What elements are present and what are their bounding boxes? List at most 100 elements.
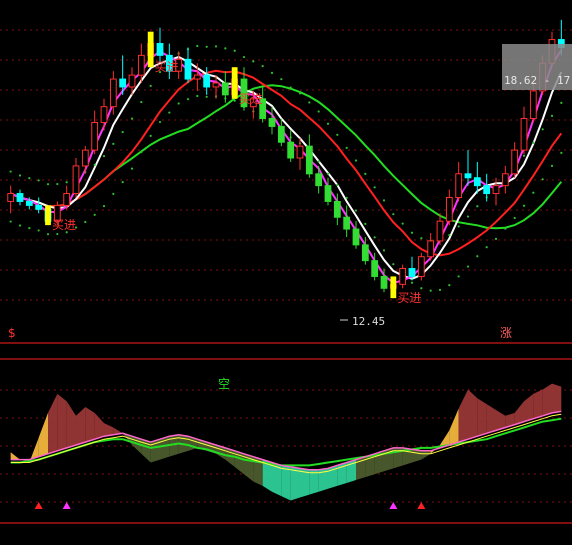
- band-dot-upper: [270, 71, 274, 74]
- price-candles[interactable]: [7, 19, 565, 299]
- indicator-fill-segment: [458, 389, 468, 443]
- band-dot-upper: [252, 60, 255, 63]
- indicator-fill-segment: [10, 452, 20, 460]
- indicator-fill-segment: [468, 389, 478, 440]
- buy-signal-label: 买进: [239, 92, 263, 106]
- svg-text:12.45: 12.45: [352, 315, 385, 328]
- candle-body: [464, 173, 472, 179]
- indicator-fill-segment: [281, 465, 291, 501]
- band-dot-lower: [186, 98, 190, 101]
- left-mark: $: [8, 326, 16, 340]
- band-dot-lower: [532, 191, 535, 194]
- candle-body: [436, 220, 444, 242]
- candle-body: [380, 275, 388, 289]
- indicator-fill-segment: [94, 412, 104, 440]
- band-dot-upper: [224, 47, 227, 50]
- indicator-triangles: [34, 502, 426, 509]
- buy-signal-label: 买进: [52, 218, 76, 232]
- band-dot-lower: [364, 222, 367, 226]
- candle-body: [63, 193, 71, 206]
- band-dot-upper: [121, 130, 124, 134]
- band-dot-upper: [410, 231, 414, 234]
- price-readout: 18.62 - 17.18: [502, 44, 572, 90]
- candle-body: [100, 106, 108, 123]
- right-mark: 涨: [500, 325, 512, 340]
- candle-body: [128, 74, 136, 88]
- band-dot-upper: [140, 100, 143, 104]
- indicator-fill-segment: [66, 401, 76, 448]
- band-dot-lower: [196, 94, 199, 98]
- band-dot-lower: [466, 265, 470, 268]
- band-dot-lower: [382, 249, 386, 252]
- candle-body: [315, 173, 323, 187]
- band-dot-lower: [485, 246, 488, 249]
- band-dot-lower: [158, 120, 162, 124]
- indicator-fill-segment: [421, 450, 431, 460]
- band-dot-upper: [205, 45, 208, 48]
- band-dot-upper: [364, 172, 367, 176]
- band-dot-upper: [550, 114, 554, 117]
- ma-magenta-line: [10, 49, 563, 285]
- indicator-fill-segment: [552, 383, 562, 413]
- low-price-marker: 12.45: [340, 315, 385, 328]
- band-dot-upper: [56, 182, 59, 186]
- band-dot-upper: [46, 183, 50, 186]
- candle-body: [91, 121, 99, 151]
- candle-body: [203, 74, 211, 88]
- band-dot-lower: [205, 95, 208, 98]
- candle-body: [492, 185, 500, 195]
- candle-body: [72, 165, 80, 195]
- band-dot-upper: [345, 146, 348, 149]
- candle-body: [16, 193, 24, 202]
- band-dot-lower: [177, 102, 180, 105]
- indicator-fill-segment: [542, 383, 552, 416]
- candle-body: [361, 244, 369, 262]
- band-dot-upper: [522, 154, 526, 157]
- candle-body: [333, 200, 341, 218]
- band-dot-lower: [130, 167, 134, 170]
- candle-body: [305, 145, 313, 175]
- signal-triangle: [417, 502, 426, 509]
- band-dot-upper: [242, 55, 246, 59]
- indicator-fill-segment: [486, 404, 496, 434]
- candle-body: [352, 228, 360, 246]
- band-dot-lower: [373, 236, 376, 239]
- band-dot-lower: [233, 99, 236, 102]
- band-dot-upper: [373, 186, 376, 189]
- candle-body: [221, 82, 229, 96]
- candle-body: [25, 200, 33, 206]
- signal-bar: [390, 276, 397, 299]
- band-dot-lower: [448, 284, 451, 287]
- band-dot-lower: [149, 134, 152, 137]
- candle-body: [109, 78, 117, 108]
- band-dot-upper: [102, 155, 106, 158]
- price-moving-averages: [9, 44, 563, 292]
- band-dot-upper: [308, 101, 311, 104]
- band-dot-lower: [18, 224, 22, 227]
- indicator-fill-segment: [76, 407, 86, 445]
- band-dot-lower: [93, 213, 96, 216]
- candle-body: [520, 118, 528, 151]
- signal-triangle: [34, 502, 43, 509]
- candle-body: [399, 268, 407, 285]
- band-dot-lower: [513, 216, 516, 220]
- band-dot-upper: [401, 222, 404, 225]
- band-dot-lower: [46, 233, 50, 236]
- signal-triangle: [62, 502, 71, 509]
- candle-body: [427, 240, 435, 258]
- indicator-label: 空: [218, 377, 230, 391]
- band-dot-lower: [522, 204, 526, 207]
- band-dot-lower: [140, 150, 143, 154]
- indicator-fill-segment: [309, 469, 319, 495]
- candle-body: [324, 185, 332, 202]
- band-dot-upper: [420, 237, 423, 240]
- candle-body: [119, 78, 127, 88]
- band-dot-lower: [541, 178, 544, 181]
- band-dot-upper: [18, 174, 22, 177]
- indicator-fill-segment: [449, 408, 459, 445]
- candle-body: [417, 256, 425, 277]
- band-dot-upper: [457, 225, 460, 228]
- signal-bar: [231, 67, 238, 99]
- band-dot-upper: [382, 199, 386, 202]
- band-dot-upper: [354, 159, 358, 162]
